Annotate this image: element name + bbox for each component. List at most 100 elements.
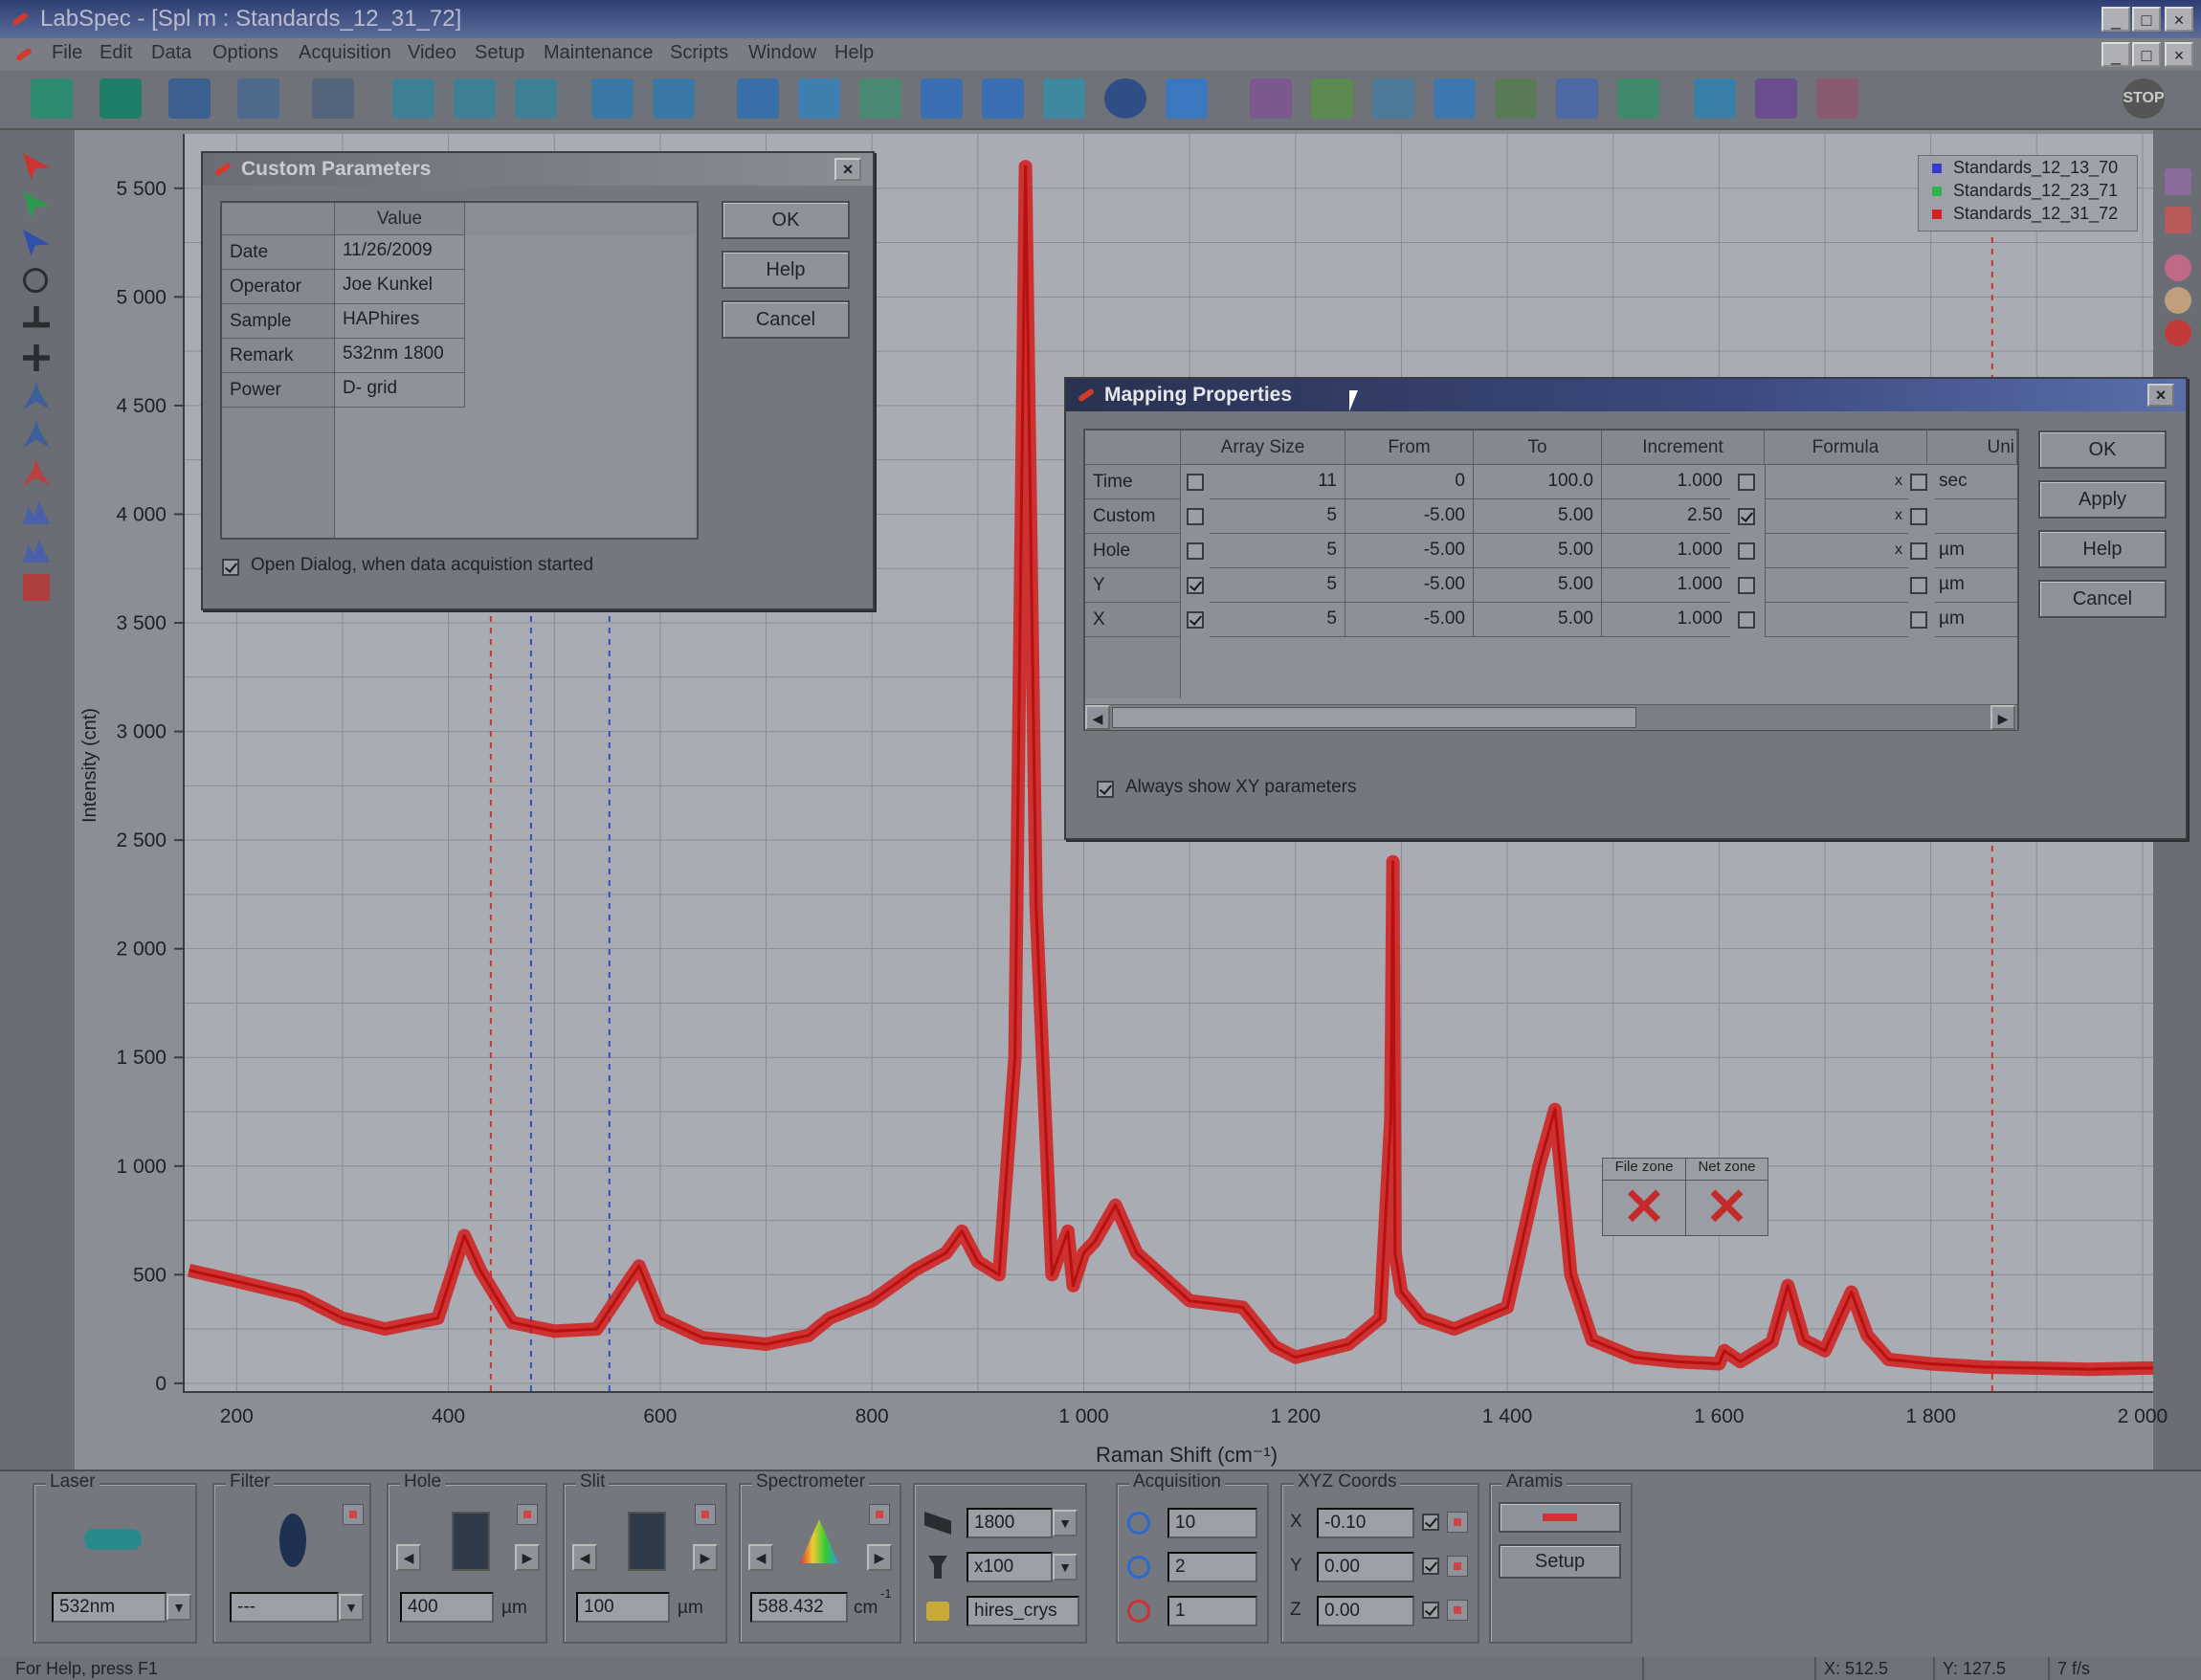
mapping-formula-cell[interactable]: x [1765, 499, 1908, 534]
spectrometer-input[interactable]: 588.432 [750, 1592, 848, 1623]
y-coord-lock-icon[interactable] [1447, 1556, 1468, 1577]
mapping-increment-checkbox[interactable] [1738, 611, 1755, 629]
aramis-setup-button[interactable]: Setup [1499, 1544, 1621, 1579]
mapping-row-enable-checkbox[interactable] [1187, 542, 1204, 560]
mapping-row-enable-checkbox[interactable] [1187, 611, 1204, 629]
mapping-apply-button[interactable]: Apply [2038, 480, 2167, 519]
mapping-cancel-button[interactable]: Cancel [2038, 580, 2167, 618]
param-value-power[interactable]: D- grid [335, 373, 465, 408]
mapping-increment-checkbox[interactable] [1738, 474, 1755, 491]
mapping-to-cell[interactable]: 5.00 [1474, 568, 1602, 603]
mapping-formula-checkbox[interactable] [1910, 577, 1927, 594]
mapping-formula-cell[interactable] [1765, 568, 1908, 603]
scroll-right-button[interactable]: ▶ [1990, 705, 2015, 730]
spectrometer-decrease-button[interactable]: ◀ [748, 1544, 773, 1571]
param-value-sample[interactable]: HAPhires [335, 304, 465, 339]
mapping-from-cell[interactable]: -5.00 [1345, 603, 1474, 637]
filter-dropdown-arrow[interactable]: ▼ [339, 1594, 364, 1621]
mapping-horizontal-scrollbar[interactable]: ◀ ▶ [1085, 704, 2017, 730]
net-zone-x-icon[interactable]: ✕ [1686, 1181, 1767, 1235]
mapping-increment-cell[interactable]: 1.000 [1602, 465, 1730, 499]
mapping-formula-checkbox[interactable] [1910, 508, 1927, 525]
hole-lock-icon[interactable] [517, 1504, 538, 1525]
mapping-from-cell[interactable]: 0 [1345, 465, 1474, 499]
always-show-xy-checkbox[interactable] [1097, 781, 1114, 798]
laser-dropdown-arrow[interactable]: ▼ [167, 1594, 191, 1621]
mapping-to-cell[interactable]: 5.00 [1474, 499, 1602, 534]
mapping-formula-checkbox[interactable] [1910, 474, 1927, 491]
spectrometer-lock-icon[interactable] [869, 1504, 890, 1525]
mapping-array-size-cell[interactable]: 5 [1210, 499, 1345, 534]
x-coord-input[interactable]: -0.10 [1317, 1508, 1414, 1538]
custom-parameters-close-button[interactable]: × [834, 158, 861, 181]
mapping-from-cell[interactable]: -5.00 [1345, 534, 1474, 568]
hole-input[interactable]: 400 [400, 1592, 494, 1623]
repeat-count-input[interactable]: 1 [1167, 1596, 1257, 1626]
mapping-increment-cell[interactable]: 1.000 [1602, 568, 1730, 603]
slit-decrease-button[interactable]: ◀ [572, 1544, 597, 1571]
custom-parameters-ok-button[interactable]: OK [722, 201, 850, 239]
spectrometer-increase-button[interactable]: ▶ [867, 1544, 892, 1571]
mapping-increment-checkbox[interactable] [1738, 508, 1755, 525]
custom-parameters-cancel-button[interactable]: Cancel [722, 300, 850, 339]
mapping-properties-close-button[interactable]: × [2147, 384, 2174, 407]
mapping-to-cell[interactable]: 5.00 [1474, 603, 1602, 637]
mapping-row-enable-checkbox[interactable] [1187, 474, 1204, 491]
param-value-operator[interactable]: Joe Kunkel [335, 270, 465, 304]
mapping-array-size-cell[interactable]: 5 [1210, 603, 1345, 637]
mapping-increment-cell[interactable]: 1.000 [1602, 534, 1730, 568]
open-dialog-checkbox[interactable] [222, 559, 239, 576]
slit-input[interactable]: 100 [576, 1592, 670, 1623]
y-coord-checkbox[interactable] [1422, 1558, 1439, 1575]
custom-parameters-help-button[interactable]: Help [722, 251, 850, 289]
acquisition-time-input[interactable]: 10 [1167, 1508, 1257, 1538]
hole-decrease-button[interactable]: ◀ [396, 1544, 421, 1571]
mapping-formula-checkbox[interactable] [1910, 611, 1927, 629]
z-coord-input[interactable]: 0.00 [1317, 1596, 1414, 1626]
slit-increase-button[interactable]: ▶ [693, 1544, 718, 1571]
x-coord-lock-icon[interactable] [1447, 1512, 1468, 1533]
mapping-from-cell[interactable]: -5.00 [1345, 499, 1474, 534]
mapping-array-size-cell[interactable]: 5 [1210, 534, 1345, 568]
configuration-input[interactable]: hires_crys [967, 1596, 1079, 1626]
mapping-help-button[interactable]: Help [2038, 530, 2167, 568]
mapping-increment-cell[interactable]: 2.50 [1602, 499, 1730, 534]
mapping-increment-checkbox[interactable] [1738, 542, 1755, 560]
grating-dropdown-arrow[interactable]: ▼ [1053, 1510, 1078, 1536]
filter-select[interactable]: --- [230, 1592, 339, 1623]
mapping-row-enable-checkbox[interactable] [1187, 577, 1204, 594]
mapping-formula-cell[interactable]: x [1765, 534, 1908, 568]
mapping-formula-cell[interactable]: x [1765, 465, 1908, 499]
slit-lock-icon[interactable] [695, 1504, 716, 1525]
filter-lock-icon[interactable] [343, 1504, 364, 1525]
mapping-to-cell[interactable]: 100.0 [1474, 465, 1602, 499]
objective-select[interactable]: x100 [967, 1552, 1053, 1582]
objective-dropdown-arrow[interactable]: ▼ [1053, 1554, 1078, 1581]
aramis-laser-button[interactable] [1499, 1502, 1621, 1533]
file-zone-x-icon[interactable]: ✕ [1603, 1181, 1686, 1235]
mapping-formula-checkbox[interactable] [1910, 542, 1927, 560]
x-coord-checkbox[interactable] [1422, 1514, 1439, 1531]
grating-select[interactable]: 1800 [967, 1508, 1053, 1538]
accumulation-input[interactable]: 2 [1167, 1552, 1257, 1582]
y-tick-label: 0 [155, 1373, 167, 1395]
scroll-left-button[interactable]: ◀ [1085, 705, 1110, 730]
laser-select[interactable]: 532nm [52, 1592, 167, 1623]
mapping-increment-cell[interactable]: 1.000 [1602, 603, 1730, 637]
mapping-ok-button[interactable]: OK [2038, 431, 2167, 469]
mapping-to-cell[interactable]: 5.00 [1474, 534, 1602, 568]
y-coord-label: Y [1290, 1556, 1302, 1576]
mapping-from-cell[interactable]: -5.00 [1345, 568, 1474, 603]
param-value-remark[interactable]: 532nm 1800 [335, 339, 465, 373]
mapping-formula-cell[interactable] [1765, 603, 1908, 637]
scroll-thumb[interactable] [1112, 707, 1636, 728]
param-value-date[interactable]: 11/26/2009 [335, 235, 465, 270]
z-coord-lock-icon[interactable] [1447, 1600, 1468, 1621]
y-coord-input[interactable]: 0.00 [1317, 1552, 1414, 1582]
z-coord-checkbox[interactable] [1422, 1602, 1439, 1619]
mapping-increment-checkbox[interactable] [1738, 577, 1755, 594]
mapping-row-enable-checkbox[interactable] [1187, 508, 1204, 525]
hole-increase-button[interactable]: ▶ [515, 1544, 540, 1571]
mapping-array-size-cell[interactable]: 5 [1210, 568, 1345, 603]
mapping-array-size-cell[interactable]: 11 [1210, 465, 1345, 499]
